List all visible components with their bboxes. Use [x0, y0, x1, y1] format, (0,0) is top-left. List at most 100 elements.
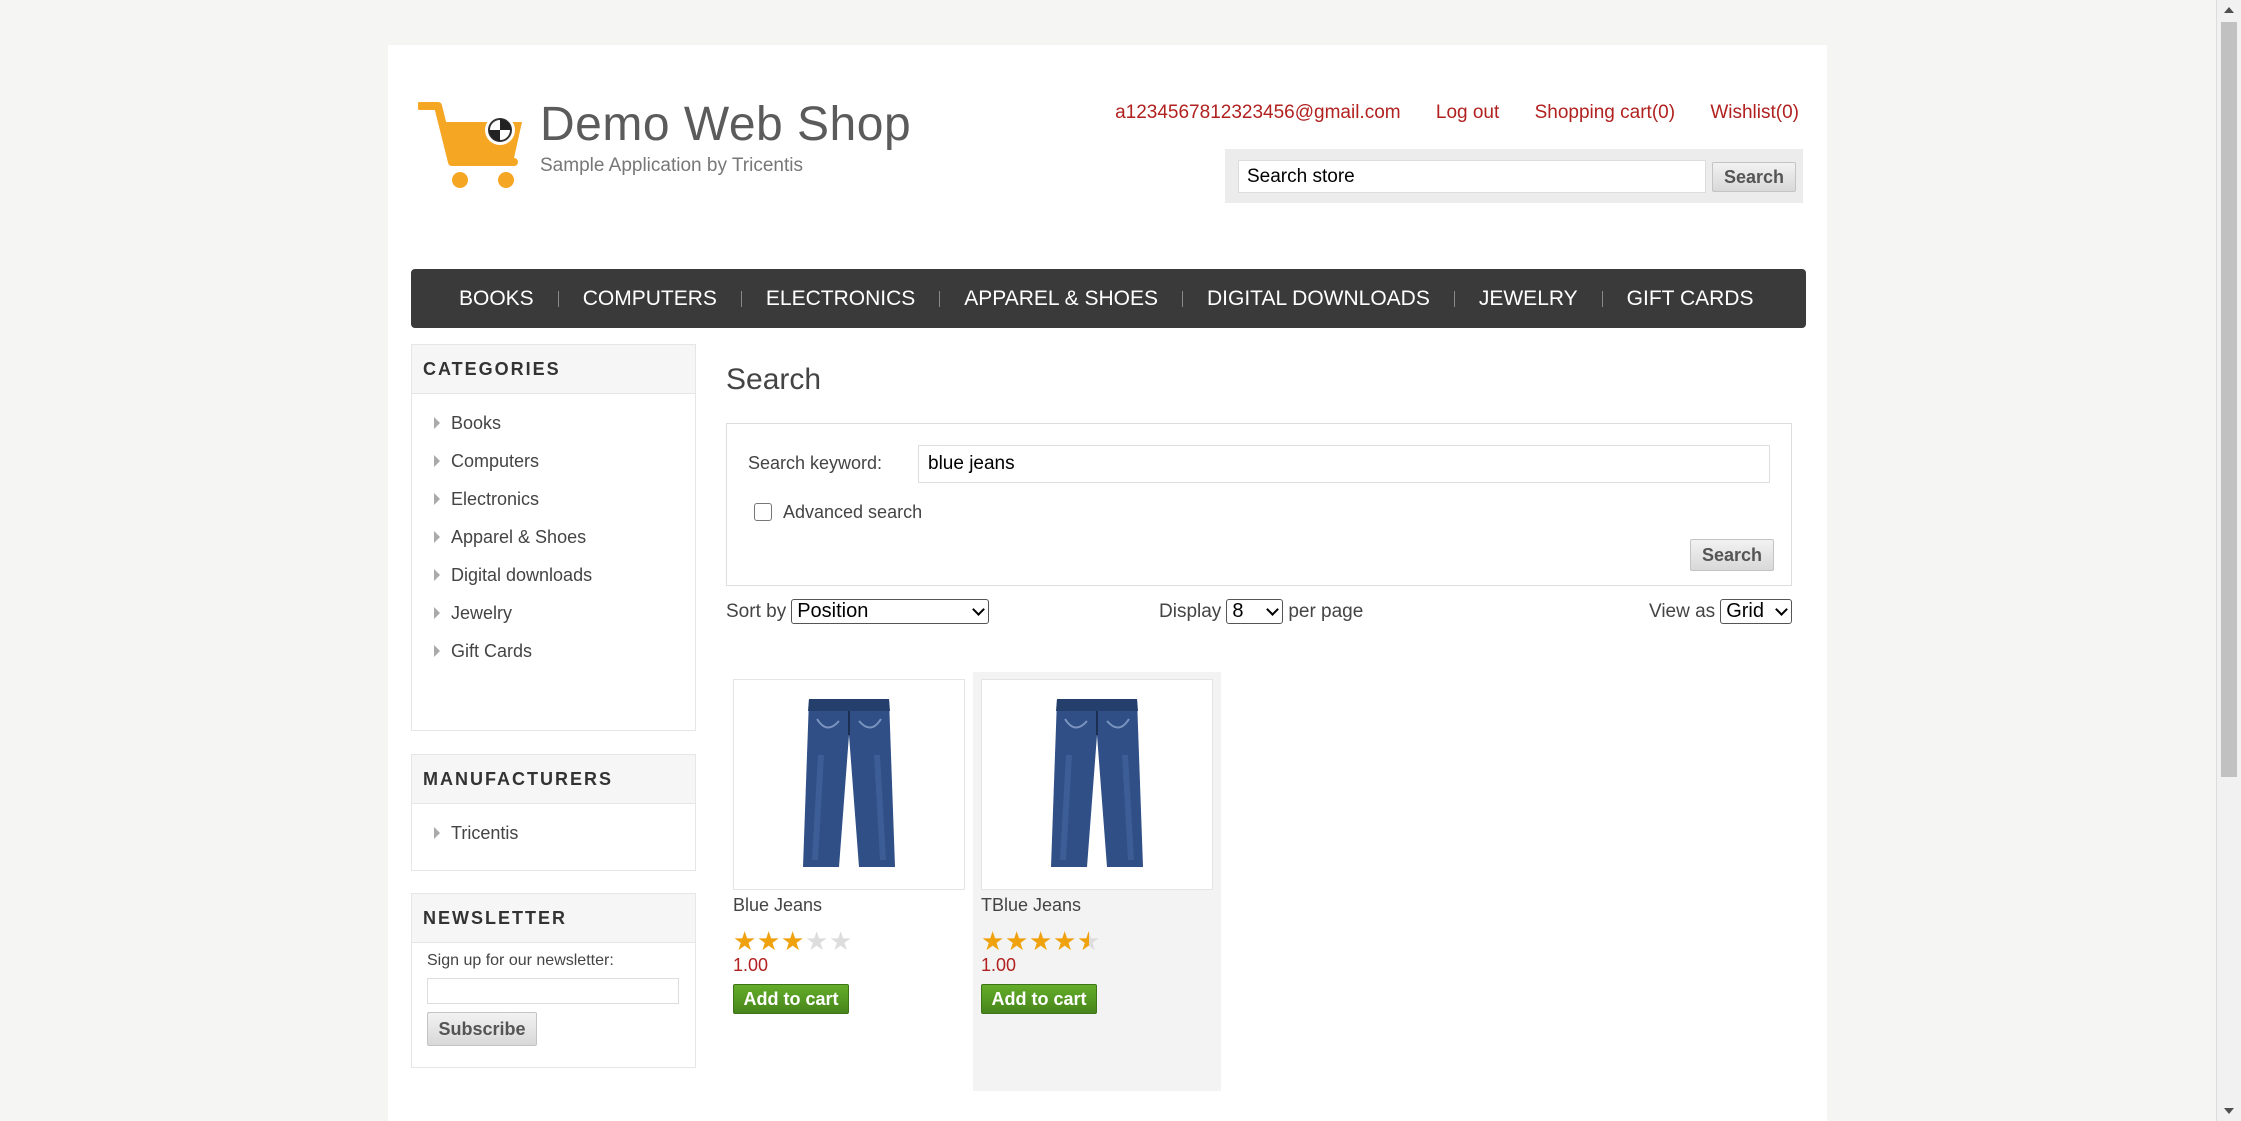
site-subtitle: Sample Application by Tricentis: [540, 155, 803, 176]
page-size-control: Display 8 per page: [1159, 599, 1363, 624]
product-price: 1.00: [981, 955, 1017, 975]
sort-label: Sort by: [726, 600, 787, 622]
product-image[interactable]: [981, 679, 1213, 890]
manufacturers-block: MANUFACTURERS Tricentis: [411, 754, 696, 871]
page-size-select[interactable]: 8: [1226, 599, 1284, 624]
add-to-cart-button[interactable]: Add to cart: [733, 984, 849, 1014]
arrow-right-icon: [434, 645, 440, 657]
product-title[interactable]: TBlue Jeans: [981, 895, 1081, 916]
nav-label[interactable]: BOOKS: [435, 287, 558, 311]
nav-item-electronics[interactable]: ELECTRONICS: [742, 287, 939, 311]
category-item-computers[interactable]: Computers: [412, 442, 695, 480]
nav-label[interactable]: GIFT CARDS: [1603, 287, 1778, 311]
star-icon: ★ ★: [757, 926, 781, 956]
star-fill-icon: ★: [733, 928, 757, 954]
category-label[interactable]: Jewelry: [451, 603, 512, 624]
category-item-electronics[interactable]: Electronics: [412, 480, 695, 518]
category-item-digital-downloads[interactable]: Digital downloads: [412, 556, 695, 594]
newsletter-email-input[interactable]: [427, 978, 679, 1004]
header-links: a1234567812323456@gmail.com Log out Shop…: [1085, 102, 1799, 124]
star-fill-icon: ★: [781, 928, 805, 954]
account-link[interactable]: a1234567812323456@gmail.com: [1115, 102, 1401, 123]
page-title: Search: [726, 363, 822, 396]
view-mode-select[interactable]: Grid: [1720, 599, 1793, 624]
product-image[interactable]: [733, 679, 965, 890]
jeans-image: [1051, 698, 1143, 867]
arrow-right-icon: [434, 827, 440, 839]
shopping-cart-link[interactable]: Shopping cart(0): [1535, 102, 1675, 123]
sort-value: Position: [797, 600, 869, 622]
nav-label[interactable]: COMPUTERS: [559, 287, 741, 311]
nav-item-jewelry[interactable]: JEWELRY: [1455, 287, 1602, 311]
keyword-input[interactable]: [918, 445, 1770, 483]
advanced-search-checkbox[interactable]: [754, 503, 772, 521]
nav-item-apparel-shoes[interactable]: APPAREL & SHOES: [940, 287, 1182, 311]
vertical-scrollbar[interactable]: [2216, 0, 2241, 1121]
category-item-apparel-shoes[interactable]: Apparel & Shoes: [412, 518, 695, 556]
chevron-down-icon: [1775, 602, 1789, 616]
category-label[interactable]: Computers: [451, 451, 539, 472]
nav-label[interactable]: ELECTRONICS: [742, 287, 939, 311]
site-title[interactable]: Demo Web Shop: [540, 97, 911, 152]
keyword-label: Search keyword:: [748, 453, 883, 473]
scroll-up-arrow-icon[interactable]: [2224, 7, 2234, 13]
nav-label[interactable]: JEWELRY: [1455, 287, 1602, 311]
category-label[interactable]: Digital downloads: [451, 565, 592, 586]
nav-label[interactable]: DIGITAL DOWNLOADS: [1183, 287, 1454, 311]
nav-label[interactable]: APPAREL & SHOES: [940, 287, 1182, 311]
category-item-books[interactable]: Books: [412, 404, 695, 442]
arrow-right-icon: [434, 455, 440, 467]
nav-item-computers[interactable]: COMPUTERS: [559, 287, 741, 311]
manufacturer-list: Tricentis: [412, 804, 695, 852]
block-title: MANUFACTURERS: [412, 755, 695, 804]
category-label[interactable]: Books: [451, 413, 501, 434]
view-mode-value: Grid: [1726, 600, 1764, 622]
chevron-down-icon: [1266, 602, 1280, 616]
star-icon: ★ ★: [1053, 926, 1077, 956]
star-icon: ★: [829, 926, 853, 956]
arrow-right-icon: [434, 569, 440, 581]
category-label[interactable]: Gift Cards: [451, 641, 532, 662]
star-fill-icon: ★: [981, 928, 1005, 954]
chevron-down-icon: [972, 602, 986, 616]
category-item-jewelry[interactable]: Jewelry: [412, 594, 695, 632]
manufacturer-item[interactable]: Tricentis: [412, 814, 695, 852]
arrow-right-icon: [434, 607, 440, 619]
display-label: Display: [1159, 600, 1222, 622]
add-to-cart-button[interactable]: Add to cart: [981, 984, 1097, 1014]
star-icon: ★ ★: [1005, 926, 1029, 956]
arrow-right-icon: [434, 493, 440, 505]
scroll-down-arrow-icon[interactable]: [2224, 1108, 2234, 1114]
page-size-value: 8: [1232, 600, 1244, 622]
nav-item-books[interactable]: BOOKS: [435, 287, 558, 311]
nav-item-gift-cards[interactable]: GIFT CARDS: [1603, 287, 1778, 311]
product-rating: ★ ★ ★ ★ ★ ★ ★ ★ ★ ★: [981, 928, 1101, 954]
category-label[interactable]: Apparel & Shoes: [451, 527, 586, 548]
store-search-input[interactable]: [1238, 160, 1706, 193]
search-button[interactable]: Search: [1690, 539, 1774, 571]
sort-control: Sort by Position: [726, 599, 994, 624]
advanced-search-label[interactable]: Advanced search: [783, 502, 922, 523]
cart-logo-icon[interactable]: [418, 100, 530, 192]
scrollbar-thumb[interactable]: [2221, 22, 2237, 777]
subscribe-button[interactable]: Subscribe: [427, 1012, 537, 1046]
star-fill-icon: ★: [1053, 928, 1077, 954]
store-search-button[interactable]: Search: [1712, 162, 1796, 192]
product-title[interactable]: Blue Jeans: [733, 895, 822, 916]
view-label: View as: [1649, 600, 1716, 622]
star-fill-icon: ★: [757, 928, 781, 954]
wishlist-link[interactable]: Wishlist(0): [1710, 102, 1799, 123]
newsletter-label: Sign up for our newsletter:: [427, 952, 614, 969]
product-item: TBlue Jeans ★ ★ ★ ★ ★ ★ ★ ★ ★ ★ 1.00 Add to cart: [973, 672, 1221, 1091]
category-label[interactable]: Electronics: [451, 489, 539, 510]
product-rating: ★ ★ ★ ★ ★ ★ ★ ★: [733, 928, 853, 954]
logout-link[interactable]: Log out: [1436, 102, 1499, 123]
star-icon: ★ ★: [781, 926, 805, 956]
category-item-gift-cards[interactable]: Gift Cards: [412, 632, 695, 670]
star-icon: ★ ★: [1029, 926, 1053, 956]
newsletter-block: NEWSLETTER Sign up for our newsletter: S…: [411, 893, 696, 1068]
per-page-label: per page: [1288, 600, 1364, 622]
sort-select[interactable]: Position: [791, 599, 990, 624]
manufacturer-label[interactable]: Tricentis: [451, 823, 518, 844]
nav-item-digital-downloads[interactable]: DIGITAL DOWNLOADS: [1183, 287, 1454, 311]
